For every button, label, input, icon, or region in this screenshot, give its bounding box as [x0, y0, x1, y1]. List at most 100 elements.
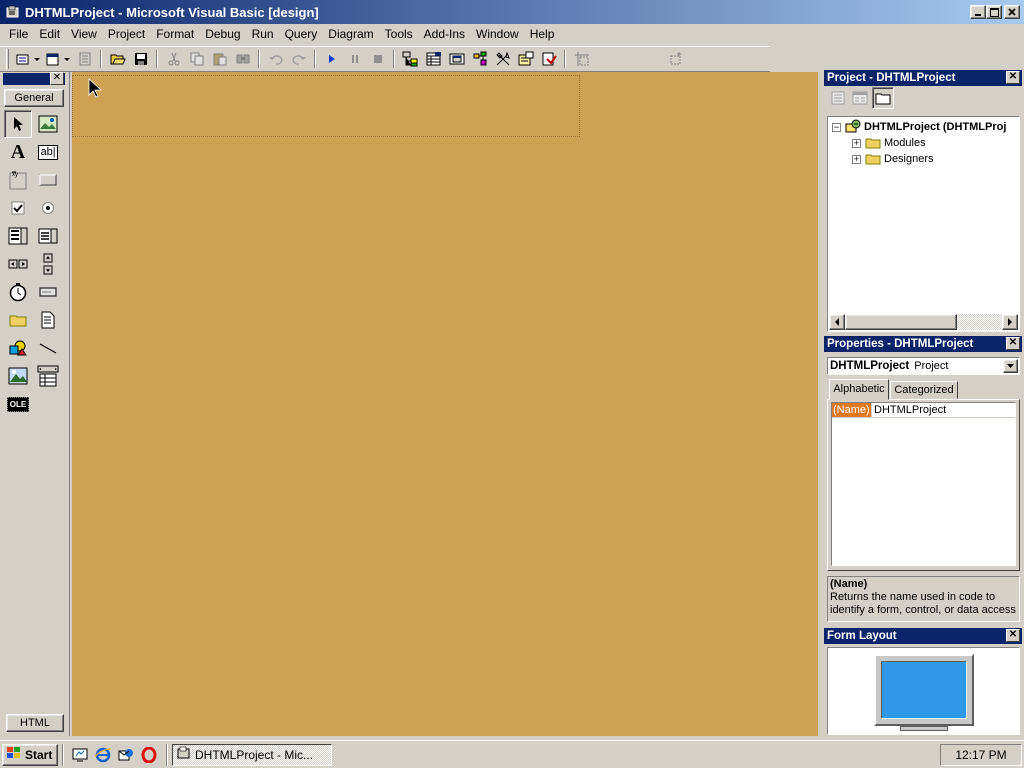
object-browser-icon[interactable] [468, 48, 491, 70]
paste-icon[interactable] [208, 48, 231, 70]
object-select[interactable]: DHTMLProject Project [827, 357, 1020, 375]
expand-icon[interactable]: + [852, 138, 861, 148]
toolbox-tab-general[interactable]: General [4, 89, 64, 107]
project-explorer-title-bar[interactable]: Project - DHTMLProject ✕ [824, 70, 1022, 86]
tree-item-project[interactable]: − DHTMLProject (DHTMLProj [832, 119, 1019, 135]
data-icon[interactable] [34, 362, 62, 390]
menu-editor-icon[interactable] [73, 48, 96, 70]
menu-diagram[interactable]: Diagram [323, 24, 379, 44]
ole-icon[interactable]: OLE [4, 390, 32, 418]
copy-icon[interactable] [185, 48, 208, 70]
view-code-icon[interactable] [828, 87, 848, 109]
menu-format[interactable]: Format [151, 24, 200, 44]
menu-debug[interactable]: Debug [200, 24, 246, 44]
form-layout-canvas[interactable] [827, 647, 1020, 735]
pointer-icon[interactable] [4, 110, 32, 138]
close-icon[interactable]: ✕ [1006, 71, 1020, 84]
collapse-icon[interactable]: − [832, 122, 841, 132]
minimize-icon[interactable] [970, 5, 986, 19]
toggle-folders-icon[interactable] [872, 87, 894, 109]
optionbutton-icon[interactable] [34, 194, 62, 222]
dirlistbox-icon[interactable] [4, 306, 32, 334]
checkbox-icon[interactable] [4, 194, 32, 222]
vscrollbar-icon[interactable] [34, 250, 62, 278]
timer-icon[interactable] [4, 278, 32, 306]
view-object-icon[interactable] [850, 87, 870, 109]
toolbox-close-button[interactable]: ✕ [50, 72, 64, 85]
listbox-icon[interactable] [34, 222, 62, 250]
filelistbox-icon[interactable] [34, 306, 62, 334]
project-tree-hscrollbar[interactable] [829, 314, 1018, 330]
menu-view[interactable]: View [66, 24, 103, 44]
hscrollbar-icon[interactable] [4, 250, 32, 278]
data-view-icon[interactable] [514, 48, 537, 70]
toolbox-icon[interactable] [491, 48, 514, 70]
chevron-down-icon[interactable] [1003, 359, 1018, 373]
properties-icon[interactable] [422, 48, 445, 70]
toolbar-grip[interactable] [6, 49, 9, 69]
outlook-express-icon[interactable] [114, 744, 137, 766]
menu-window[interactable]: Window [471, 24, 525, 44]
position-icon[interactable] [570, 48, 593, 70]
start-icon[interactable] [320, 48, 343, 70]
menu-query[interactable]: Query [280, 24, 324, 44]
drivelistbox-icon[interactable] [34, 278, 62, 306]
property-row[interactable]: (Name) DHTMLProject [832, 403, 1015, 418]
maximize-icon[interactable] [986, 5, 1002, 19]
frame-icon[interactable]: xy [4, 166, 32, 194]
label-icon[interactable]: A [4, 138, 32, 166]
property-value[interactable]: DHTMLProject [872, 403, 946, 417]
scroll-left-icon[interactable] [829, 314, 845, 330]
line-icon[interactable] [34, 334, 62, 362]
menu-help[interactable]: Help [525, 24, 561, 44]
redo-icon[interactable] [287, 48, 310, 70]
scroll-right-icon[interactable] [1002, 314, 1018, 330]
title-bar[interactable]: DHTMLProject - Microsoft Visual Basic [d… [0, 0, 1024, 24]
size-icon[interactable] [663, 48, 686, 70]
save-icon[interactable] [129, 48, 152, 70]
commandbutton-icon[interactable] [34, 166, 62, 194]
show-desktop-icon[interactable] [68, 744, 91, 766]
opera-icon[interactable] [137, 744, 160, 766]
tree-item-designers[interactable]: + Designers [832, 151, 1019, 167]
menu-file[interactable]: File [4, 24, 34, 44]
textbox-icon[interactable]: ab| [34, 138, 62, 166]
open-icon[interactable] [106, 48, 129, 70]
tree-item-modules[interactable]: + Modules [832, 135, 1019, 151]
shape-icon[interactable] [4, 334, 32, 362]
menu-edit[interactable]: Edit [34, 24, 66, 44]
find-icon[interactable] [231, 48, 254, 70]
add-project-icon[interactable] [13, 48, 43, 70]
end-icon[interactable] [366, 48, 389, 70]
close-icon[interactable]: ✕ [1006, 629, 1020, 642]
close-icon[interactable]: ✕ [1006, 337, 1020, 350]
menu-run[interactable]: Run [247, 24, 280, 44]
image-icon[interactable] [4, 362, 32, 390]
tab-alphabetic[interactable]: Alphabetic [829, 379, 889, 400]
menu-project[interactable]: Project [103, 24, 151, 44]
scroll-thumb[interactable] [845, 314, 957, 330]
break-icon[interactable] [343, 48, 366, 70]
picturebox-icon[interactable] [34, 110, 62, 138]
combobox-icon[interactable] [4, 222, 32, 250]
designer-canvas[interactable] [72, 72, 818, 736]
form-layout-title-bar[interactable]: Form Layout ✕ [824, 628, 1022, 644]
close-icon[interactable]: ✕ [50, 72, 64, 85]
menu-tools[interactable]: Tools [380, 24, 419, 44]
properties-title-bar[interactable]: Properties - DHTMLProject ✕ [824, 336, 1022, 352]
close-icon[interactable] [1004, 5, 1020, 19]
start-button[interactable]: Start [2, 743, 58, 766]
tab-categorized[interactable]: Categorized [890, 381, 958, 399]
toolbox-tab-html[interactable]: HTML [6, 714, 64, 732]
component-manager-icon[interactable] [537, 48, 560, 70]
undo-icon[interactable] [264, 48, 287, 70]
cut-icon[interactable] [162, 48, 185, 70]
taskbar-task-dhtmlproject[interactable]: DHTMLProject - Mic... [172, 743, 332, 766]
project-explorer-icon[interactable] [399, 48, 422, 70]
form-layout-icon[interactable] [445, 48, 468, 70]
add-form-icon[interactable] [43, 48, 73, 70]
expand-icon[interactable]: + [852, 154, 861, 164]
internet-explorer-icon[interactable] [91, 744, 114, 766]
system-clock[interactable]: 12:17 PM [940, 744, 1022, 766]
menu-add-ins[interactable]: Add-Ins [419, 24, 471, 44]
